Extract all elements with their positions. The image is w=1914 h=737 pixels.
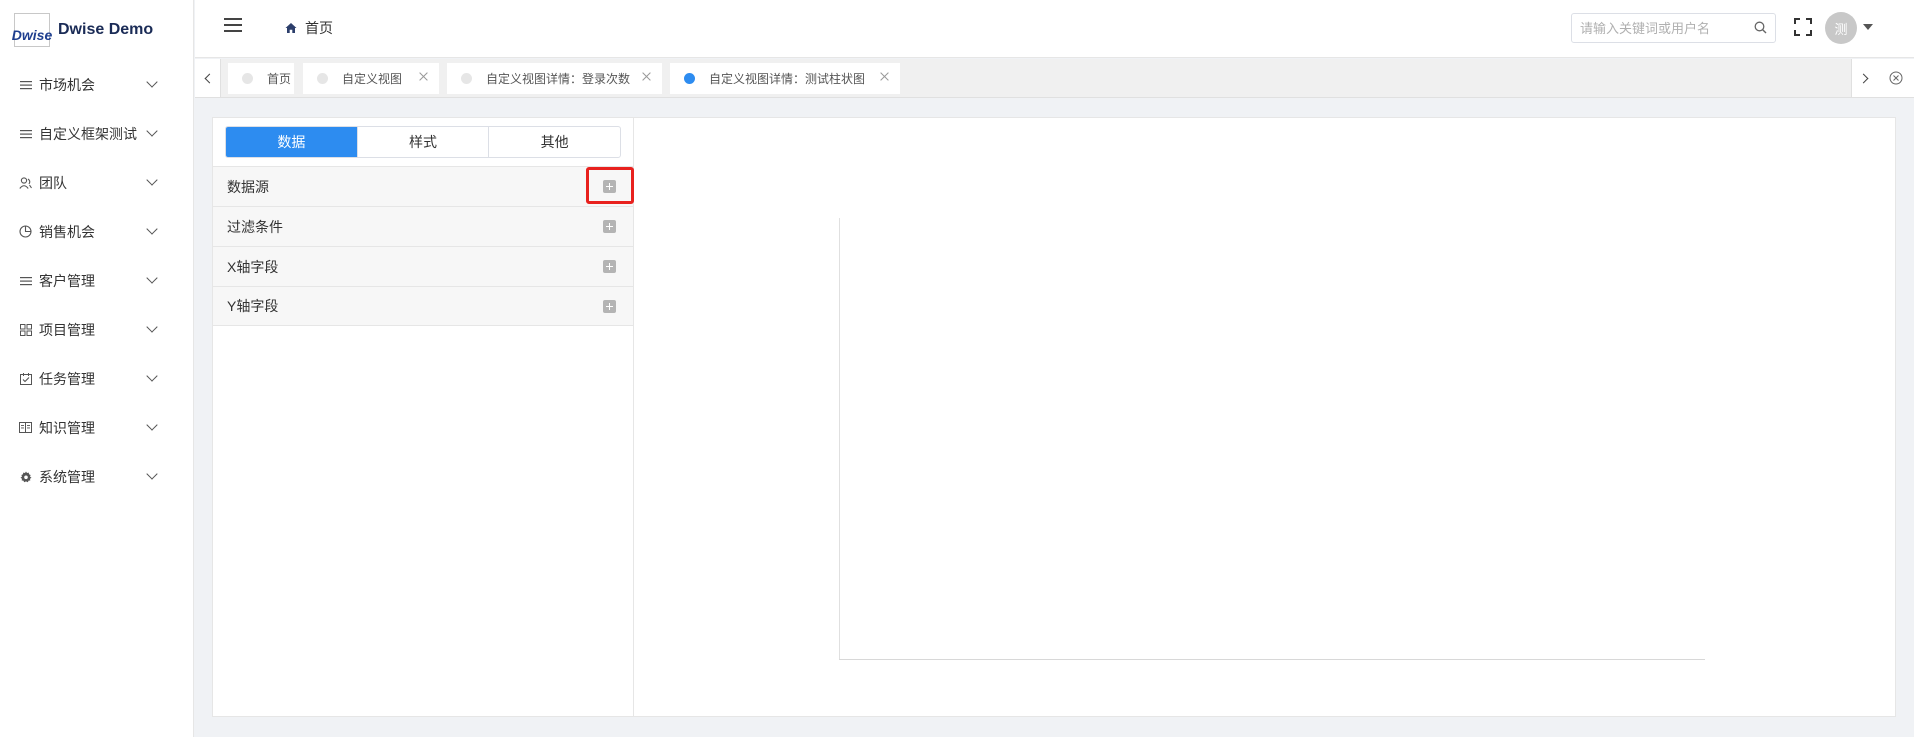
pie-icon xyxy=(19,225,32,238)
sidebar-item-sales[interactable]: 销售机会 xyxy=(0,207,193,256)
field-label: 数据源 xyxy=(227,178,269,195)
list-icon xyxy=(19,78,32,91)
tab-dot xyxy=(684,73,695,84)
close-icon[interactable] xyxy=(879,71,890,82)
tab-data[interactable]: 数据 xyxy=(226,127,358,157)
sidebar-item-label: 自定义框架测试 xyxy=(39,125,137,142)
menu-toggle-icon[interactable] xyxy=(224,18,242,32)
tab-custom-view-detail-login[interactable]: 自定义视图详情：登录次数 xyxy=(447,63,662,94)
sidebar-item-custom-frame[interactable]: 自定义框架测试 xyxy=(0,109,193,158)
tab-label: 自定义视图详情：测试柱状图 xyxy=(709,72,866,86)
plus-icon[interactable] xyxy=(603,220,616,233)
logo-mark: Dwise xyxy=(11,13,53,47)
sidebar-item-market[interactable]: 市场机会 xyxy=(0,60,193,109)
field-list: 数据源 过滤条件 X轴字段 Y轴字段 xyxy=(213,166,633,326)
highlight-box xyxy=(586,167,634,204)
sidebar-item-label: 系统管理 xyxy=(39,468,95,485)
empty-chart-axes xyxy=(839,218,1705,660)
sidebar-item-label: 市场机会 xyxy=(39,76,95,93)
sidebar-item-projects[interactable]: 项目管理 xyxy=(0,305,193,354)
gear-icon xyxy=(19,470,32,483)
sidebar-item-knowledge[interactable]: 知识管理 xyxy=(0,403,193,452)
tabs-bar: 首页 自定义视图 自定义视图详情：登录次数 自定义视图详情：测试柱状图 xyxy=(195,59,1914,98)
close-icon[interactable] xyxy=(418,71,429,82)
list-icon xyxy=(19,274,32,287)
field-datasource[interactable]: 数据源 xyxy=(213,166,633,206)
tab-label: 首页 xyxy=(267,72,292,86)
field-x-axis[interactable]: X轴字段 xyxy=(213,246,633,286)
tabs-scroll-left-button[interactable] xyxy=(195,59,221,97)
chevron-right-icon xyxy=(1858,73,1868,83)
field-y-axis[interactable]: Y轴字段 xyxy=(213,286,633,326)
tab-dot xyxy=(317,73,328,84)
tab-label: 自定义视图 xyxy=(342,72,403,86)
sidebar-item-customers[interactable]: 客户管理 xyxy=(0,256,193,305)
tab-dot xyxy=(242,73,253,84)
tab-style[interactable]: 样式 xyxy=(358,127,490,157)
sidebar-item-system[interactable]: 系统管理 xyxy=(0,452,193,501)
search-box xyxy=(1571,13,1776,43)
sidebar-item-tasks[interactable]: 任务管理 xyxy=(0,354,193,403)
tab-other[interactable]: 其他 xyxy=(489,127,620,157)
sidebar: Dwise Dwise Demo 市场机会 自定义框架测试 团队 销售机会 客户… xyxy=(0,0,194,737)
sidebar-item-label: 任务管理 xyxy=(39,370,95,387)
home-icon xyxy=(285,23,297,33)
tab-home[interactable]: 首页 xyxy=(228,63,294,94)
sidebar-item-label: 销售机会 xyxy=(39,223,95,240)
team-icon xyxy=(19,176,32,189)
plus-icon[interactable] xyxy=(603,260,616,273)
breadcrumb: 首页 xyxy=(285,18,333,38)
tab-dot xyxy=(461,73,472,84)
field-label: 过滤条件 xyxy=(227,218,283,235)
sidebar-item-label: 客户管理 xyxy=(39,272,95,289)
list-icon xyxy=(19,127,32,140)
field-label: X轴字段 xyxy=(227,258,279,275)
editor-panel: 数据 样式 其他 数据源 过滤条件 X轴字段 Y轴字段 xyxy=(212,117,1896,717)
close-all-tabs-button[interactable] xyxy=(1877,59,1914,97)
header: 首页 测 xyxy=(195,0,1914,58)
calendar-check-icon xyxy=(19,372,32,385)
chevron-left-icon xyxy=(204,73,214,83)
sidebar-item-label: 团队 xyxy=(39,174,67,191)
close-icon[interactable] xyxy=(641,71,652,82)
tab-custom-view[interactable]: 自定义视图 xyxy=(303,63,439,94)
tabs-scroll-right-button[interactable] xyxy=(1851,59,1877,97)
tab-label: 自定义视图详情：登录次数 xyxy=(486,72,631,86)
logo-text: Dwise xyxy=(11,27,53,43)
field-label: Y轴字段 xyxy=(227,298,279,314)
sidebar-item-team[interactable]: 团队 xyxy=(0,158,193,207)
plus-icon[interactable] xyxy=(603,300,616,313)
logo[interactable]: Dwise Dwise Demo xyxy=(0,0,193,60)
circle-close-icon xyxy=(1889,71,1902,85)
fullscreen-icon[interactable] xyxy=(1794,18,1812,36)
field-filter[interactable]: 过滤条件 xyxy=(213,206,633,246)
config-tabs: 数据 样式 其他 xyxy=(225,126,621,158)
sidebar-item-label: 知识管理 xyxy=(39,419,95,436)
avatar-text: 测 xyxy=(1834,21,1848,37)
caret-down-icon[interactable] xyxy=(1863,24,1873,30)
app-title: Dwise Demo xyxy=(58,21,154,38)
tab-custom-view-detail-bar[interactable]: 自定义视图详情：测试柱状图 xyxy=(670,63,900,94)
avatar[interactable]: 测 xyxy=(1825,12,1857,44)
sidebar-item-label: 项目管理 xyxy=(39,321,95,338)
search-icon[interactable] xyxy=(1754,21,1767,34)
breadcrumb-home[interactable]: 首页 xyxy=(305,18,333,38)
book-icon xyxy=(19,421,32,434)
config-pane: 数据 样式 其他 数据源 过滤条件 X轴字段 Y轴字段 xyxy=(213,118,634,716)
chart-preview xyxy=(635,118,1895,716)
search-input[interactable] xyxy=(1572,14,1742,42)
grid-icon xyxy=(19,323,32,336)
